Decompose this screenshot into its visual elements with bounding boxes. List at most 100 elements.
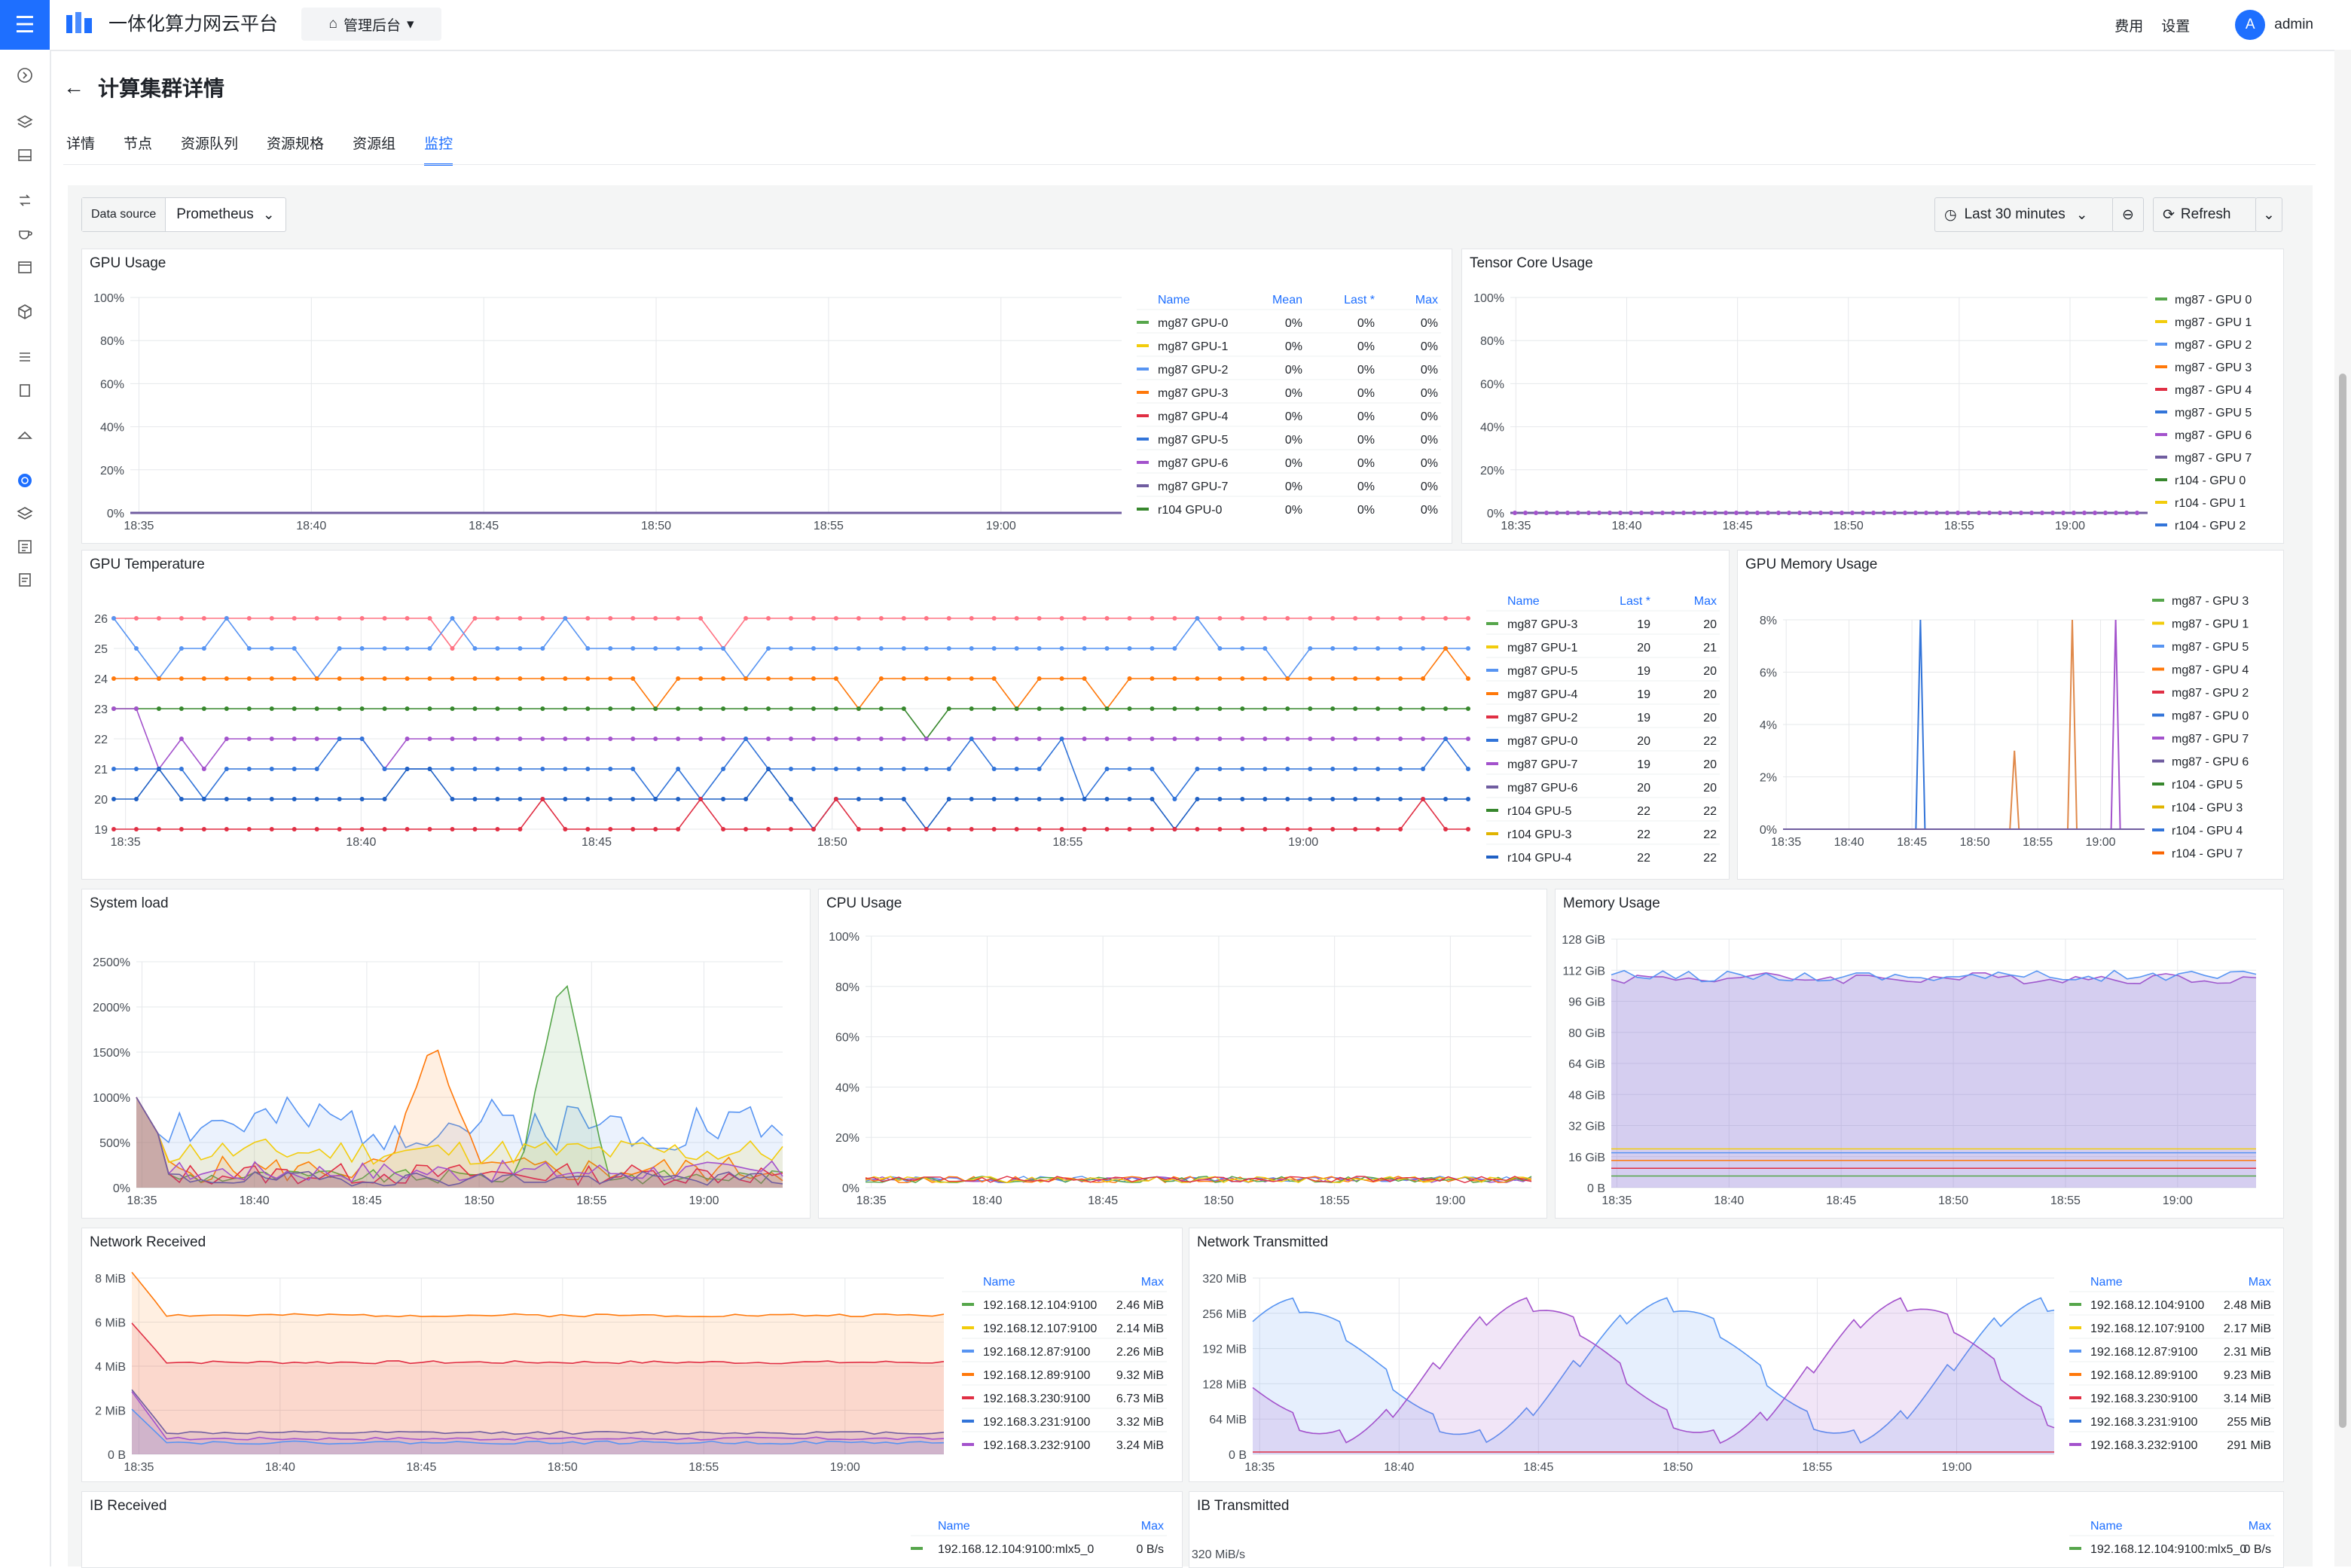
legend-swatch [1137, 391, 1149, 394]
data-point [1014, 616, 1019, 621]
time-range-picker[interactable]: ◷ Last 30 minutes ⌄ [1934, 197, 2114, 232]
data-point [518, 706, 523, 711]
data-point [2061, 511, 2066, 515]
panel-gpu-temperature: GPU Temperature 19 20 21 22 23 24 25 26 18:35 18:… [81, 550, 1730, 880]
clipboard-icon[interactable] [14, 380, 35, 401]
legend-swatch [2152, 805, 2164, 809]
data-point [1421, 737, 1426, 741]
data-point [946, 737, 951, 741]
refresh-label: Refresh [2180, 206, 2231, 222]
cluster-icon[interactable] [14, 470, 35, 491]
layers-icon[interactable] [14, 111, 35, 133]
expand-icon[interactable] [14, 65, 35, 86]
y-tick-label: 6 MiB [95, 1317, 126, 1330]
cube-icon[interactable] [14, 301, 35, 322]
y-tick-label: 0 B [1587, 1182, 1605, 1195]
refresh-interval-button[interactable]: ⌄ [2255, 197, 2282, 232]
tab-nodes[interactable]: 节点 [124, 133, 152, 166]
menu-icon[interactable]: ☰ [0, 0, 50, 50]
datasource-picker[interactable]: Data source Prometheus ⌄ [81, 197, 286, 232]
tab-details[interactable]: 详情 [66, 133, 95, 166]
cloud-icon[interactable] [14, 425, 35, 446]
data-point [2029, 511, 2034, 515]
panel-tensor-core: Tensor Core Usage 0% 20% 40% 60% 80% 100% 18:3… [1461, 249, 2284, 544]
data-point [427, 646, 432, 651]
y-tick-label: 1000% [93, 1092, 130, 1105]
data-point [337, 646, 342, 651]
data-point [1924, 511, 1928, 515]
legend-name: 192.168.12.104:9100 [2090, 1299, 2204, 1312]
data-point [563, 737, 568, 741]
app-title: 一体化算力网云平台 [108, 14, 279, 35]
data-point [721, 797, 726, 801]
legend-swatch [2155, 433, 2167, 436]
data-point [472, 646, 478, 651]
cup-icon[interactable] [14, 223, 35, 244]
user-name[interactable]: admin [2274, 17, 2313, 33]
data-point [427, 767, 432, 771]
legend-swatch [962, 1303, 974, 1306]
legend-name: mg87 GPU-1 [1507, 642, 1577, 654]
tab-monitor[interactable]: 监控 [424, 133, 453, 166]
refresh-button[interactable]: ⟳ Refresh [2153, 197, 2257, 232]
report-icon[interactable] [14, 569, 35, 590]
data-point [811, 616, 816, 621]
zoom-out-button[interactable]: ⊖ [2112, 197, 2144, 232]
data-point [811, 646, 816, 651]
admin-menu-button[interactable]: ⌂ 管理后台 ▾ [301, 8, 441, 41]
avatar[interactable]: A [2235, 10, 2266, 40]
scrollbar-thumb[interactable] [2339, 374, 2346, 1428]
data-point [540, 616, 545, 621]
legend-name: 192.168.3.232:9100 [983, 1439, 1090, 1452]
back-arrow-icon[interactable]: ← [63, 75, 84, 99]
panel-ib-transmitted: IB Transmitted 320 MiB/s Name Max 192.168.1… [1189, 1491, 2284, 1568]
tab-groups[interactable]: 资源组 [353, 133, 395, 166]
legend-name: mg87 GPU-4 [1507, 688, 1577, 701]
data-point [969, 706, 974, 711]
panel-system-load: System load 0% 500% 1000% 1500% 2000% 2500% 18… [81, 889, 811, 1219]
sync-icon[interactable] [14, 190, 35, 211]
legend-name: mg87 - GPU 1 [2175, 316, 2252, 329]
data-point [878, 737, 884, 741]
x-tick-label: 18:45 [1826, 1194, 1856, 1207]
y-tick-label: 4 MiB [95, 1361, 126, 1374]
chart-svg: 0% 20% 40% 60% 80% 100% 18:35 18:40 18:45 18:50 18… [829, 931, 1532, 1207]
legend-value: 0% [1357, 317, 1375, 330]
data-point [833, 646, 838, 651]
data-point [833, 767, 838, 771]
y-tick-label: 112 GiB [1562, 965, 1605, 978]
legend-value: 0% [1421, 364, 1438, 377]
data-point [495, 797, 500, 801]
legend-name: 192.168.3.231:9100 [2090, 1416, 2197, 1429]
data-point [472, 827, 478, 831]
legend-value: 22 [1703, 852, 1717, 865]
data-point [156, 616, 161, 621]
y-tick-label: 0 B [1229, 1449, 1247, 1462]
tab-queues[interactable]: 资源队列 [181, 133, 238, 166]
calendar-icon[interactable] [14, 256, 35, 277]
data-point [608, 767, 613, 771]
data-point [1104, 706, 1110, 711]
settings-link[interactable]: 设置 [2161, 15, 2190, 35]
legend-swatch [2152, 621, 2164, 625]
tab-specs[interactable]: 资源规格 [267, 133, 324, 166]
data-point [991, 706, 997, 711]
legend-swatch [1137, 321, 1149, 324]
billing-link[interactable]: 费用 [2114, 15, 2143, 35]
legend-swatch [2155, 523, 2167, 526]
legend-name: r104 GPU-3 [1507, 828, 1571, 841]
y-tick-label: 22 [94, 734, 108, 746]
data-point [156, 706, 161, 711]
y-tick-label: 80% [835, 981, 859, 994]
stack-icon[interactable] [14, 346, 35, 368]
data-point [314, 737, 319, 741]
storage-icon[interactable] [14, 145, 35, 166]
y-tick-label: 19 [94, 824, 108, 837]
data-point [946, 646, 951, 651]
data-point [1375, 797, 1381, 801]
scrollbar[interactable] [2334, 50, 2351, 1566]
list-icon[interactable] [14, 536, 35, 557]
data-point [676, 616, 681, 621]
layers2-icon[interactable] [14, 503, 35, 524]
legend-value: 2.26 MiB [1116, 1346, 1164, 1359]
